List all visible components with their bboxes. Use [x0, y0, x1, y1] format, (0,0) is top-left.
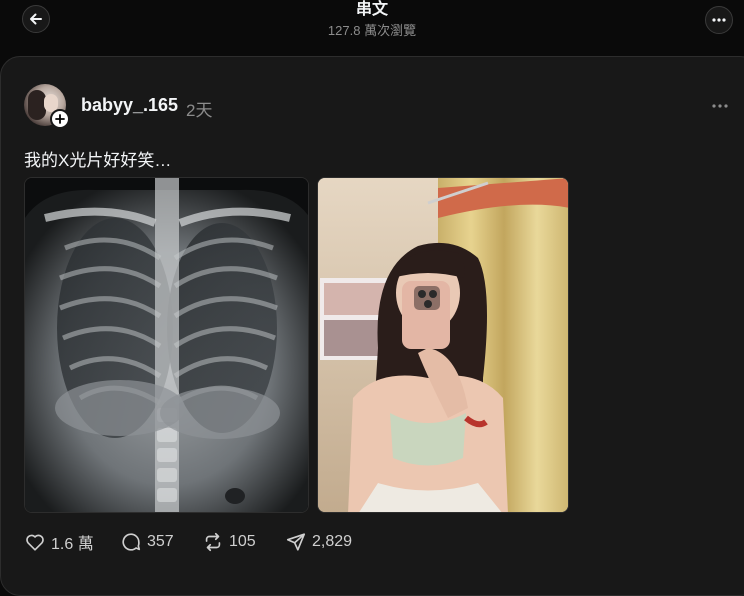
post-image-xray[interactable]	[24, 177, 309, 513]
plus-icon	[55, 114, 65, 124]
repost-icon	[205, 532, 221, 552]
selfie-image	[318, 178, 568, 512]
comment-bubble-icon	[122, 533, 141, 551]
repost-button[interactable]: 105	[202, 530, 256, 554]
post-time: 2天	[186, 101, 213, 120]
post-text: 我的X光片好好笑…	[24, 151, 172, 170]
share-count: 2,829	[312, 533, 353, 550]
heart-icon	[26, 534, 44, 551]
send-icon	[286, 533, 306, 551]
header-title-block: 串文 127.8 萬次瀏覽	[0, 0, 744, 40]
post-image-selfie[interactable]	[317, 177, 569, 513]
share-button[interactable]: 2,829	[285, 530, 352, 554]
page-title: 串文	[355, 1, 388, 18]
reply-count: 357	[147, 533, 174, 550]
xray-image	[25, 178, 308, 512]
follow-button[interactable]	[50, 109, 70, 129]
repost-count: 105	[229, 533, 256, 550]
top-bar: 串文 127.8 萬次瀏覽	[0, 0, 744, 56]
view-count: 127.8 萬次瀏覽	[327, 23, 417, 38]
ellipsis-icon	[712, 104, 728, 108]
post-more-button[interactable]	[711, 97, 729, 115]
header-more-button[interactable]	[705, 6, 733, 34]
username[interactable]: babyy_.165	[81, 95, 178, 116]
reply-button[interactable]: 357	[120, 530, 174, 554]
ellipsis-icon	[712, 18, 726, 22]
like-button[interactable]: 1.6 萬	[24, 530, 94, 554]
like-count: 1.6 萬	[51, 536, 94, 553]
